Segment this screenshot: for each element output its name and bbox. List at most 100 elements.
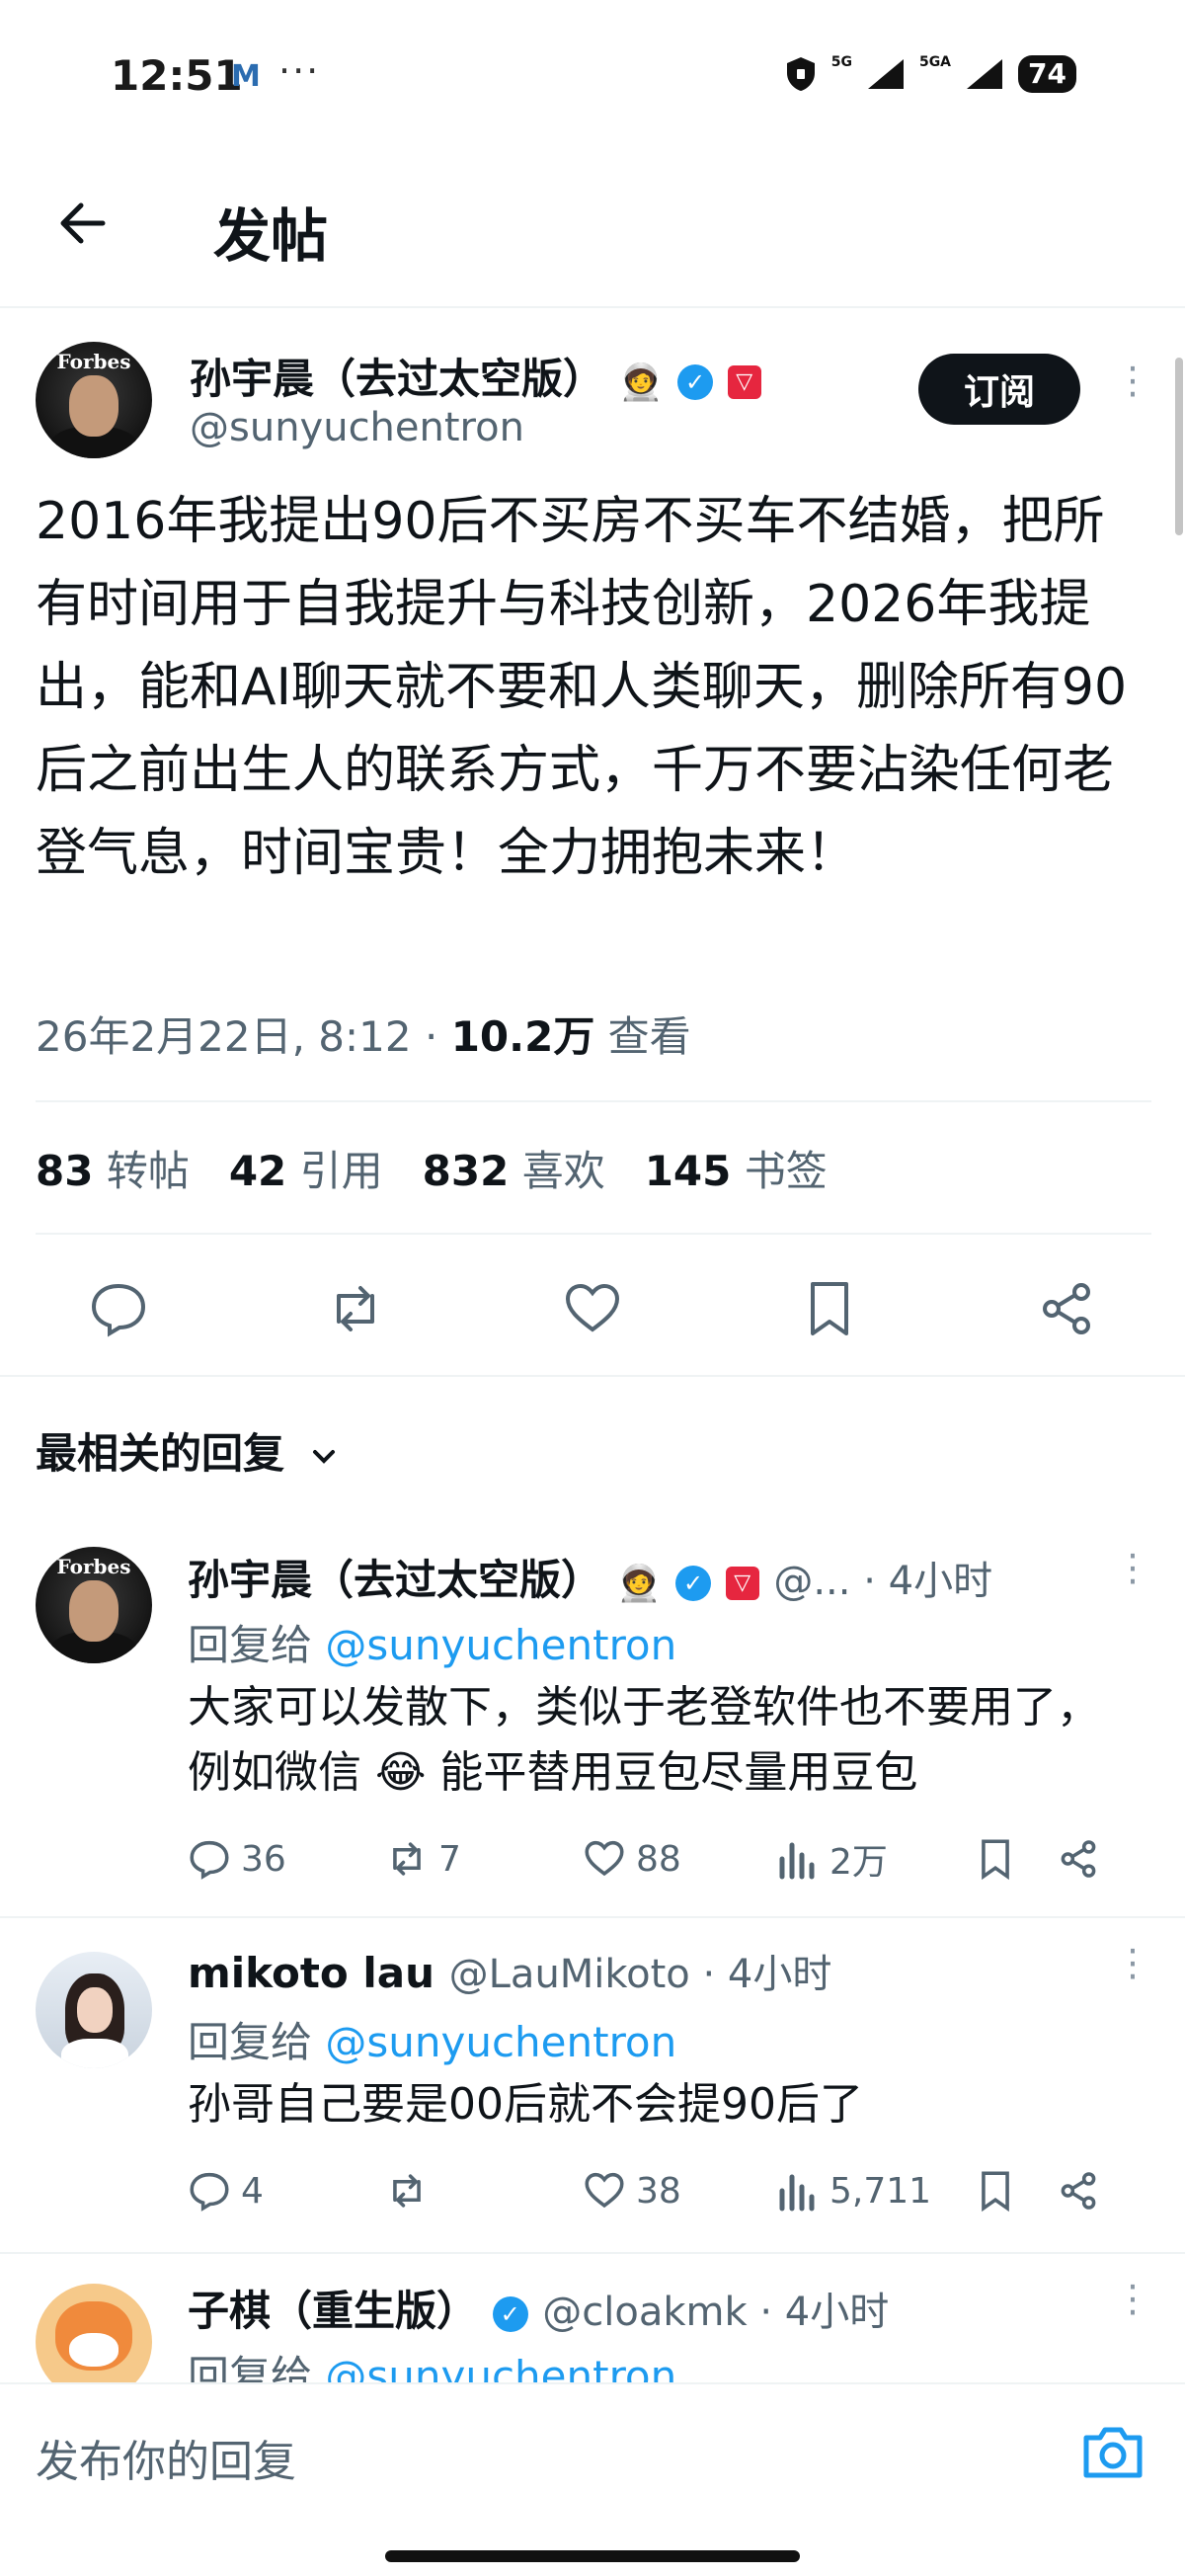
header-divider — [0, 306, 1185, 308]
reply-sort-dropdown[interactable]: 最相关的回复 — [36, 1420, 341, 1481]
subscribe-button[interactable]: 订阅 — [918, 354, 1080, 425]
reply-like-action[interactable]: 88 — [583, 1837, 776, 1881]
status-time: 12:51 — [111, 51, 243, 100]
reply-icon[interactable] — [88, 1278, 149, 1339]
reply-retweet-action[interactable] — [385, 2169, 583, 2213]
more-notifications-icon: ··· — [278, 49, 321, 93]
page-title: 发帖 — [213, 202, 329, 270]
tweet-text: 2016年我提出90后不买房不买车不结婚，把所有时间用于自我提升与科技创新，20… — [36, 492, 1128, 883]
reply-handle-time[interactable]: @... · 4小时 — [773, 1559, 992, 1604]
retweet-icon[interactable] — [325, 1278, 386, 1339]
tron-logo-icon: ▽ — [727, 364, 761, 399]
analytics-icon — [779, 1842, 815, 1880]
retweet-icon — [393, 2174, 421, 2208]
reply-actions: 4 38 5,711 — [188, 2169, 1126, 2213]
battery-indicator: 74 — [1018, 55, 1076, 93]
reply-to-prefix: 回复给 — [188, 1621, 326, 1669]
reply-to-line: 回复给 @sunyuchentron — [188, 2009, 676, 2069]
avatar[interactable]: Forbes — [36, 342, 152, 458]
view-count: 2万 — [830, 1842, 888, 1883]
network-label-5ga: 5GA — [918, 54, 952, 70]
reply-to-mention[interactable]: @sunyuchentron — [325, 2018, 676, 2066]
chevron-down-icon — [312, 1449, 335, 1464]
retweet-count: 7 — [438, 1838, 461, 1880]
reply-author-name[interactable]: mikoto lau — [188, 1949, 434, 1997]
reply-views-action[interactable]: 5,711 — [776, 2169, 974, 2213]
reply-icon — [190, 1840, 229, 1880]
bookmark-icon[interactable] — [974, 2169, 1017, 2213]
reply-handle-time[interactable]: @cloakmk · 4小时 — [542, 2290, 889, 2335]
reply-to-mention[interactable]: @sunyuchentron — [325, 1621, 676, 1669]
bookmark-icon[interactable] — [974, 1837, 1017, 1881]
reply-body: 孙哥自己要是00后就不会提90后了 — [188, 2079, 863, 2130]
reply-divider — [0, 1916, 1185, 1918]
reply-author-name[interactable]: 子棋（重生版） — [188, 2287, 478, 2335]
tron-logo-icon: ▽ — [725, 1566, 759, 1600]
more-options-icon[interactable]: ⋮ — [1114, 1549, 1151, 1586]
reply-views-action[interactable]: 2万 — [776, 1833, 974, 1885]
heart-icon[interactable] — [562, 1278, 623, 1339]
retweet-icon — [393, 1842, 421, 1876]
tweet-meta: 26年2月22日, 8:12 · 10.2万 查看 — [36, 1004, 691, 1064]
reply-actions: 36 7 88 2万 — [188, 1833, 1126, 1885]
author-name[interactable]: 孙宇晨（去过太空版） — [190, 355, 604, 403]
tweet-actions — [0, 1254, 1185, 1363]
reply-icon — [190, 2172, 229, 2212]
tweet-stats: 83 转帖 42 引用 832 喜欢 145 书签 — [36, 1138, 828, 1198]
share-icon[interactable] — [1057, 1837, 1100, 1881]
meta-divider — [36, 1100, 1151, 1102]
like-count: 88 — [636, 1838, 681, 1880]
verified-badge-icon: ✓ — [492, 2295, 528, 2332]
analytics-icon — [779, 2174, 815, 2212]
home-indicator[interactable] — [385, 2550, 800, 2562]
tweet-timestamp: 26年2月22日, 8:12 · — [36, 1012, 451, 1061]
share-icon[interactable] — [1036, 1278, 1097, 1339]
stat-retweets[interactable]: 83 转帖 — [36, 1138, 190, 1198]
camera-icon[interactable] — [1078, 2418, 1147, 2487]
reply-retweet-action[interactable]: 7 — [385, 1837, 583, 1881]
reply-to-line: 回复给 @sunyuchentron — [188, 1612, 676, 1672]
verified-badge-icon: ✓ — [675, 1565, 712, 1601]
stat-quotes[interactable]: 42 引用 — [229, 1138, 383, 1198]
astronaut-icon: 🧑‍🚀 — [616, 1563, 662, 1604]
reply-author-row[interactable]: 子棋（重生版） ✓ @cloakmk · 4小时 — [188, 2278, 889, 2338]
views-count: 10.2万 — [450, 1012, 595, 1061]
comment-count: 4 — [241, 2170, 264, 2212]
network-label-5g: 5G — [830, 54, 852, 70]
heart-icon — [585, 2172, 624, 2209]
share-icon[interactable] — [1057, 2169, 1100, 2213]
scrollbar[interactable] — [1175, 358, 1183, 535]
more-options-icon[interactable]: ⋮ — [1114, 2280, 1151, 2317]
stat-likes[interactable]: 832 喜欢 — [423, 1138, 605, 1198]
views-label: 查看 — [594, 1012, 691, 1061]
reply-avatar[interactable]: Forbes — [36, 1547, 152, 1663]
reply-author-name[interactable]: 孙宇晨（去过太空版） — [188, 1556, 602, 1604]
avatar-face — [69, 375, 118, 437]
signal-icon-2 — [967, 59, 1003, 89]
reply-comment-action[interactable]: 4 — [188, 2169, 385, 2213]
stats-divider — [36, 1233, 1151, 1235]
reply-comment-action[interactable]: 36 — [188, 1837, 385, 1881]
reply-avatar[interactable] — [36, 1952, 152, 2068]
author-handle[interactable]: @sunyuchentron — [190, 405, 524, 450]
reply-author-row[interactable]: 孙宇晨（去过太空版） 🧑‍🚀 ✓ ▽ @... · 4小时 — [188, 1547, 992, 1607]
bookmark-icon[interactable] — [799, 1278, 860, 1339]
stat-bookmarks[interactable]: 145 书签 — [645, 1138, 828, 1198]
reply-handle-time[interactable]: @LauMikoto · 4小时 — [449, 1952, 832, 1997]
sort-label: 最相关的回复 — [36, 1429, 285, 1478]
author-name-row[interactable]: 孙宇晨（去过太空版） 🧑‍🚀 ✓ ▽ — [190, 346, 761, 406]
avatar-fox-muzzle — [69, 2333, 118, 2367]
arrow-left-icon[interactable] — [55, 196, 111, 251]
shield-icon — [786, 57, 815, 91]
astronaut-icon: 🧑‍🚀 — [618, 362, 664, 403]
reply-like-action[interactable]: 38 — [583, 2169, 776, 2213]
comment-count: 36 — [241, 1838, 286, 1880]
reply-input[interactable]: 发布你的回复 — [36, 2426, 296, 2489]
avatar-shirt — [61, 2039, 128, 2068]
signal-icon — [867, 59, 904, 89]
more-options-icon[interactable]: ⋮ — [1114, 1944, 1151, 1981]
avatar-forbes-text: Forbes — [56, 350, 131, 373]
more-options-icon[interactable]: ⋮ — [1114, 362, 1151, 399]
reply-to-prefix: 回复给 — [188, 2018, 326, 2066]
reply-author-row[interactable]: mikoto lau @LauMikoto · 4小时 — [188, 1942, 831, 1999]
